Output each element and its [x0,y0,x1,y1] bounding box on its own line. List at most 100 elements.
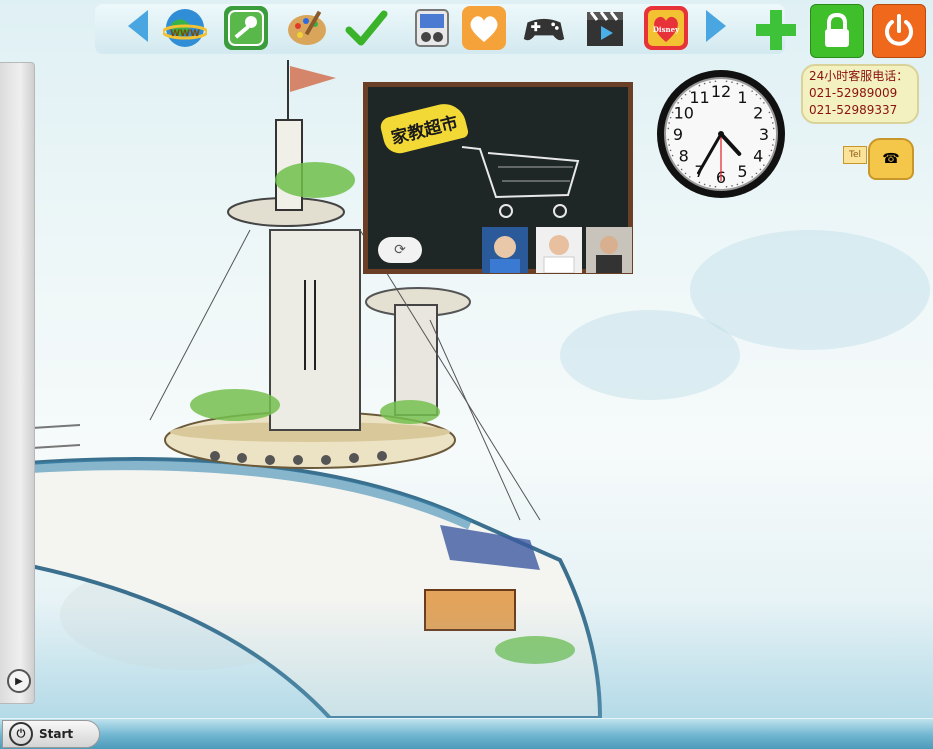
taskbar [0,718,933,749]
clock-tick [669,149,672,152]
tutor-thumbnail[interactable] [586,227,632,273]
clock-tick [698,84,701,87]
clock-number: 5 [737,162,747,181]
clock-number: 12 [711,82,731,101]
clock-tick [755,93,758,96]
disney-icon[interactable]: Disney [644,6,688,50]
clock-tick [736,82,739,85]
tutor-market-title: 家教超市 [378,99,470,157]
clock-number: 11 [689,88,709,107]
hotline-phone-2: 021-52989337 [809,103,898,117]
chat-app-icon[interactable] [462,6,506,50]
video-clapper-icon [587,11,623,46]
paint-palette-icon [288,10,326,45]
tutor-photo [543,235,575,274]
power-icon [885,14,913,46]
start-label: Start [39,727,74,741]
lock-icon [825,12,849,47]
clock-number: 9 [673,125,683,144]
media-player-icon [415,9,449,47]
hotline-phone-1: 021-52989009 [809,86,898,100]
clock-tick [671,111,674,114]
settings-key-icon[interactable] [224,6,268,50]
clock-tick [677,102,679,104]
clock-tick [763,164,765,166]
clock-tick [680,168,683,171]
clock-tick [725,185,728,188]
checkmark-icon[interactable] [344,6,388,50]
clock-tick [709,81,711,83]
dock-prev-arrow-icon[interactable] [128,10,148,42]
plus-icon [756,10,796,50]
clock-tick [709,185,711,187]
clock-tick [772,144,774,146]
paint-palette-icon[interactable] [285,6,329,50]
tutor-thumbnail[interactable] [482,227,528,273]
media-player-icon[interactable] [410,6,454,50]
clock-tick [751,176,753,178]
clock-tick [741,181,744,184]
clock-tick [668,144,670,146]
tutor-market-widget[interactable]: 家教超市 ⟳ [363,82,633,274]
lock-screen-button[interactable] [810,4,864,58]
clock-tick [763,102,765,104]
clock-number: 1 [737,88,747,107]
telephone-icon[interactable]: ☎ [868,138,914,180]
clock-tick [689,176,691,178]
clock-tick [698,181,701,184]
chat-app-icon [470,16,498,42]
customer-service-hotline: 24小时客服电话： 021-52989009 021-52989337 [801,64,919,124]
clock-tick [703,183,706,186]
clock-tick [731,185,733,187]
shopping-cart-icon [461,146,580,218]
clock-tick [736,183,739,186]
wallpaper-water [0,600,933,720]
clock-number: 8 [679,147,689,166]
clock-tick [667,127,670,130]
svg-text:Disney: Disney [653,25,680,34]
clock-tick [668,122,670,124]
settings-key-icon [228,10,264,46]
video-clapper-icon[interactable] [583,6,627,50]
clock-tick [759,97,762,100]
internet-globe-icon: WWW [163,9,207,47]
refresh-cloud-icon[interactable]: ⟳ [378,237,422,263]
clock-tick [772,127,775,130]
add-widget-button[interactable] [750,4,802,56]
tutor-thumbnail[interactable] [536,227,582,274]
analog-clock-widget[interactable]: 121234567891011 [654,67,788,201]
dock-next-arrow-icon[interactable] [706,10,726,42]
start-button[interactable]: ⏻ Start [2,720,100,748]
hotline-title: 24小时客服电话： [809,69,909,83]
clock-tick [731,81,733,83]
clock-tick [759,168,762,171]
clock-tick [703,82,706,85]
clock-tick [751,90,753,92]
tutor-photo [596,236,622,273]
clock-tick [772,122,774,124]
clock-tick [772,138,775,141]
clock-number: 2 [753,104,763,123]
clock-tick [768,154,771,157]
clock-tick [684,93,687,96]
gamepad-icon[interactable] [522,6,566,50]
side-panel-toggle-icon[interactable]: ▶ [7,669,31,693]
clock-tick [714,80,717,83]
checkmark-icon [345,10,388,46]
gamepad-icon [523,18,565,41]
tel-tag: Tel [843,146,867,164]
power-button[interactable] [872,4,926,58]
clock-tick [684,172,687,175]
clock-tick [755,172,758,175]
clock-tick [677,164,679,166]
clock-tick [689,90,691,92]
internet-globe-icon[interactable]: WWW [163,6,207,50]
side-panel[interactable]: ▶ [0,62,35,704]
clock-tick [669,116,672,119]
clock-tick [725,80,728,83]
clock-tick [768,111,771,114]
clock-tick [680,97,683,100]
clock-tick [667,138,670,141]
clock-tick [741,84,744,87]
clock-tick [770,149,773,152]
